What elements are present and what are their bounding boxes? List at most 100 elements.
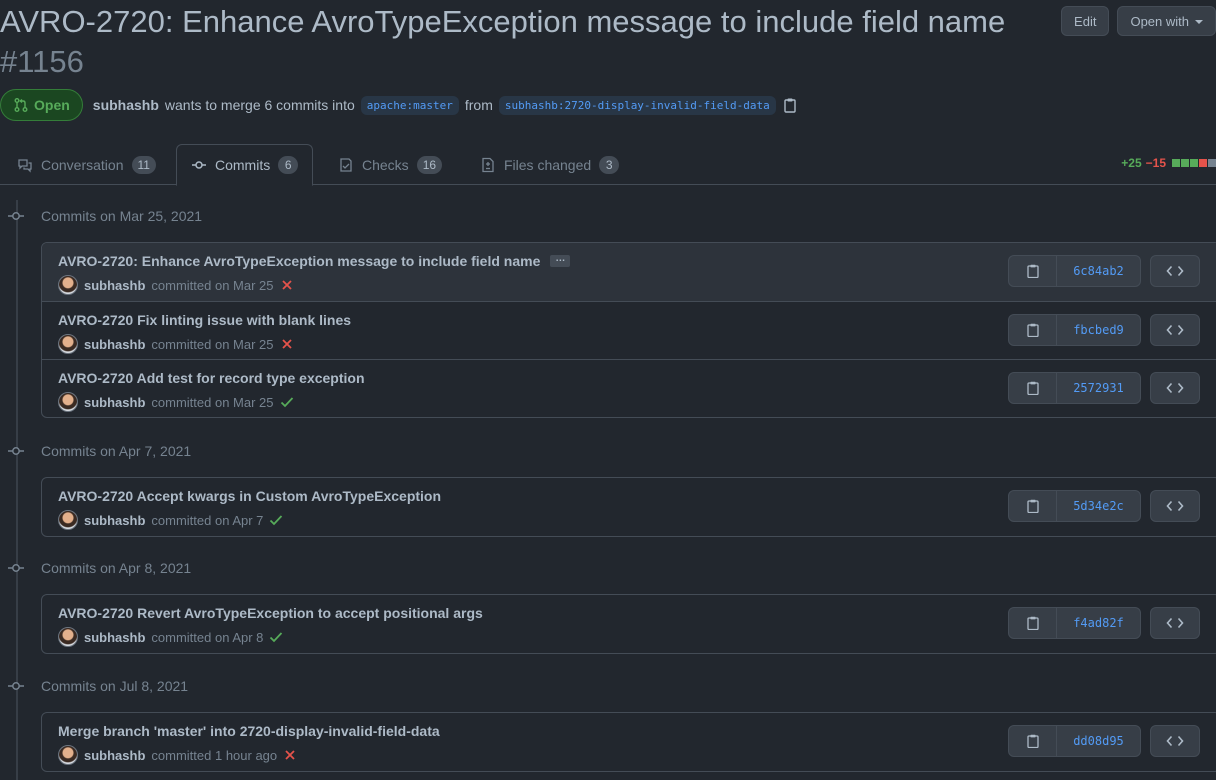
- head-branch[interactable]: subhashb:2720-display-invalid-field-data: [498, 95, 776, 115]
- code-icon: [1166, 382, 1184, 394]
- commit-row: AVRO-2720: Enhance AvroTypeException mes…: [42, 243, 1216, 301]
- commit-sha-link[interactable]: 6c84ab2: [1057, 256, 1140, 286]
- commit-date: committed on Apr 7: [151, 512, 264, 528]
- code-icon: [1166, 617, 1184, 629]
- commit-sha-link[interactable]: f4ad82f: [1057, 608, 1140, 638]
- chevron-down-icon: [1195, 20, 1203, 24]
- copy-sha-button[interactable]: [1009, 491, 1057, 521]
- browse-repo-button[interactable]: [1150, 255, 1200, 287]
- diffstat: +25 −15: [1121, 156, 1216, 170]
- pr-header: AVRO-2720: Enhance AvroTypeException mes…: [0, 0, 1216, 140]
- edit-button[interactable]: Edit: [1061, 6, 1110, 36]
- commit-group-header: Commits on Jul 8, 2021: [0, 676, 188, 696]
- commit-message-link[interactable]: AVRO-2720 Fix linting issue with blank l…: [58, 312, 351, 328]
- commit-sha-link[interactable]: dd08d95: [1057, 726, 1140, 756]
- base-branch[interactable]: apache:master: [360, 95, 459, 115]
- pr-title: AVRO-2720: Enhance AvroTypeException mes…: [0, 2, 1040, 82]
- git-commit-icon: [0, 206, 32, 226]
- pr-title-text: AVRO-2720: Enhance AvroTypeException mes…: [0, 4, 1006, 39]
- commit-message-link[interactable]: AVRO-2720 Accept kwargs in Custom AvroTy…: [58, 488, 441, 504]
- browse-repo-button[interactable]: [1150, 725, 1200, 757]
- commit-author-link[interactable]: subhashb: [84, 513, 145, 528]
- commit-message-link[interactable]: Merge branch 'master' into 2720-display-…: [58, 723, 440, 739]
- commit-date: committed on Mar 25: [151, 277, 274, 293]
- diffstat-deletions: −15: [1145, 156, 1166, 170]
- git-commit-icon: [0, 676, 32, 696]
- commit-list: Merge branch 'master' into 2720-display-…: [41, 712, 1216, 772]
- copy-sha-button[interactable]: [1009, 608, 1057, 638]
- tab-conversation[interactable]: Conversation 11: [3, 144, 170, 185]
- pr-meta: Open subhashb wants to merge 6 commits i…: [0, 89, 798, 121]
- commit-message-link[interactable]: AVRO-2720: Enhance AvroTypeException mes…: [58, 253, 540, 269]
- open-with-button[interactable]: Open with: [1117, 6, 1216, 36]
- commit-list: AVRO-2720 Accept kwargs in Custom AvroTy…: [41, 477, 1216, 537]
- git-commit-icon: [0, 558, 32, 578]
- commit-message-link[interactable]: AVRO-2720 Revert AvroTypeException to ac…: [58, 605, 483, 621]
- from-text: from: [464, 97, 493, 113]
- tab-counter: 16: [416, 155, 443, 174]
- avatar[interactable]: [58, 392, 78, 412]
- copy-sha-button[interactable]: [1009, 256, 1057, 286]
- copy-sha-button[interactable]: [1009, 373, 1057, 403]
- copy-sha-button[interactable]: [1009, 726, 1057, 756]
- diffstat-additions: +25: [1121, 156, 1142, 170]
- commit-row: Merge branch 'master' into 2720-display-…: [42, 713, 1216, 771]
- commit-group-date: Commits on Mar 25, 2021: [41, 208, 203, 224]
- commit-date: committed on Mar 25: [151, 336, 274, 352]
- check-icon[interactable]: [269, 630, 283, 644]
- tab-label: Commits: [215, 157, 271, 173]
- commit-sha-link[interactable]: 5d34e2c: [1057, 491, 1140, 521]
- tab-counter: 6: [278, 156, 299, 174]
- commit-author-link[interactable]: subhashb: [84, 278, 145, 293]
- commit-date: committed on Apr 8: [151, 629, 264, 645]
- tab-checks[interactable]: Checks 16: [324, 144, 456, 185]
- browse-repo-button[interactable]: [1150, 607, 1200, 639]
- x-icon[interactable]: [280, 337, 294, 351]
- clipboard-icon: [1026, 616, 1039, 630]
- avatar[interactable]: [58, 275, 78, 295]
- browse-repo-button[interactable]: [1150, 490, 1200, 522]
- tab-files-changed[interactable]: Files changed 3: [466, 144, 633, 185]
- browse-repo-button[interactable]: [1150, 314, 1200, 346]
- x-icon[interactable]: [280, 278, 294, 292]
- code-icon: [1166, 324, 1184, 336]
- commit-author-link[interactable]: subhashb: [84, 630, 145, 645]
- check-icon[interactable]: [280, 395, 294, 409]
- avatar[interactable]: [58, 627, 78, 647]
- avatar[interactable]: [58, 510, 78, 530]
- browse-repo-button[interactable]: [1150, 372, 1200, 404]
- copy-sha-button[interactable]: [1009, 315, 1057, 345]
- expand-message-button[interactable]: …: [550, 254, 571, 267]
- commit-sha-link[interactable]: 2572931: [1057, 373, 1140, 403]
- x-icon[interactable]: [283, 748, 297, 762]
- state-badge: Open: [0, 89, 83, 121]
- commit-message-link[interactable]: AVRO-2720 Add test for record type excep…: [58, 370, 365, 386]
- commit-row: AVRO-2720 Add test for record type excep…: [42, 359, 1216, 417]
- commit-group-date: Commits on Apr 7, 2021: [41, 443, 192, 459]
- merge-text: wants to merge 6 commits into: [164, 97, 355, 113]
- commit-group-header: Commits on Apr 7, 2021: [0, 441, 191, 461]
- code-icon: [1166, 735, 1184, 747]
- tab-label: Checks: [362, 156, 409, 173]
- state-label: Open: [34, 97, 70, 113]
- avatar[interactable]: [58, 745, 78, 765]
- clipboard-icon: [1026, 734, 1039, 748]
- commit-list: AVRO-2720: Enhance AvroTypeException mes…: [41, 242, 1216, 418]
- commit-author-link[interactable]: subhashb: [84, 395, 145, 410]
- commit-sha-link[interactable]: fbcbed9: [1057, 315, 1140, 345]
- avatar[interactable]: [58, 334, 78, 354]
- commit-date: committed on Mar 25: [151, 394, 274, 410]
- tab-label: Files changed: [504, 156, 592, 173]
- clipboard-icon: [1026, 499, 1039, 513]
- copy-branch-icon[interactable]: [782, 97, 798, 113]
- commit-author-link[interactable]: subhashb: [84, 337, 145, 352]
- edit-button-label: Edit: [1074, 13, 1097, 29]
- pr-author-link[interactable]: subhashb: [93, 97, 159, 113]
- check-icon[interactable]: [269, 513, 283, 527]
- tab-commits[interactable]: Commits 6: [176, 144, 314, 186]
- git-commit-icon: [192, 161, 206, 169]
- commit-author-link[interactable]: subhashb: [84, 748, 145, 763]
- commit-row: AVRO-2720 Fix linting issue with blank l…: [42, 301, 1216, 359]
- pr-number: #1156: [0, 44, 84, 79]
- commit-group-header: Commits on Apr 8, 2021: [0, 558, 191, 578]
